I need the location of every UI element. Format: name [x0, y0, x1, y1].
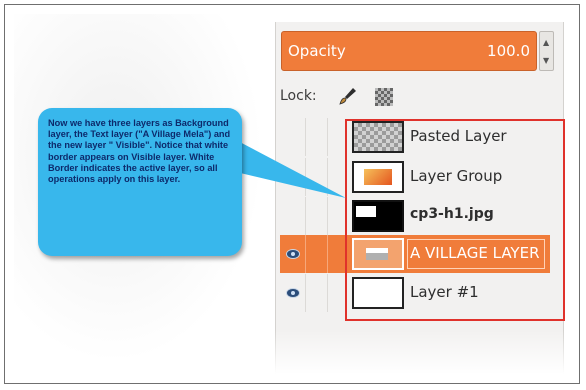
layer-name: A VILLAGE LAYER [410, 244, 540, 262]
layer-thumbnail [352, 121, 404, 153]
layer-thumbnail [352, 238, 404, 270]
checkerboard-alpha-icon[interactable] [375, 88, 393, 106]
chain-toggle[interactable] [306, 274, 328, 312]
layer-name: Pasted Layer [410, 127, 507, 145]
layer-thumbnail [352, 200, 404, 232]
layer-row[interactable]: Layer Group [280, 158, 550, 196]
chain-toggle[interactable] [306, 197, 328, 235]
lock-label: Lock: [280, 88, 317, 104]
layer-name: Layer #1 [410, 283, 479, 301]
visibility-toggle[interactable] [280, 274, 306, 312]
layer-row[interactable]: Pasted Layer [280, 118, 550, 156]
visibility-toggle[interactable] [280, 158, 306, 196]
layer-name: cp3-h1.jpg [410, 206, 494, 222]
visibility-toggle[interactable] [280, 118, 306, 156]
chain-toggle[interactable] [306, 235, 328, 273]
callout-text: Now we have three layers as Background l… [48, 118, 231, 185]
layer-thumbnail [352, 277, 404, 309]
opacity-value[interactable]: 100.0 [487, 42, 530, 60]
visibility-toggle[interactable] [280, 197, 306, 235]
layer-name: Layer Group [410, 167, 503, 185]
panel-fade [275, 330, 564, 374]
eye-icon[interactable] [286, 249, 300, 259]
eye-icon[interactable] [286, 288, 300, 298]
opacity-slider[interactable]: Opacity 100.0 [281, 31, 537, 71]
chain-toggle[interactable] [306, 158, 328, 196]
layers-list: Pasted Layer Layer Group cp3-h1.jpg A VI… [280, 118, 550, 318]
layer-row[interactable]: cp3-h1.jpg [280, 197, 550, 235]
annotation-callout: Now we have three layers as Background l… [38, 108, 242, 256]
layer-thumbnail [352, 161, 404, 193]
spin-arrows-icon[interactable]: ▲ ▼ [539, 31, 554, 71]
chain-toggle[interactable] [306, 118, 328, 156]
visibility-toggle[interactable] [280, 235, 306, 273]
layer-row-active[interactable]: A VILLAGE LAYER [280, 235, 550, 273]
opacity-label: Opacity [288, 42, 346, 60]
layer-row[interactable]: Layer #1 [280, 274, 550, 312]
paintbrush-icon[interactable] [338, 86, 358, 106]
